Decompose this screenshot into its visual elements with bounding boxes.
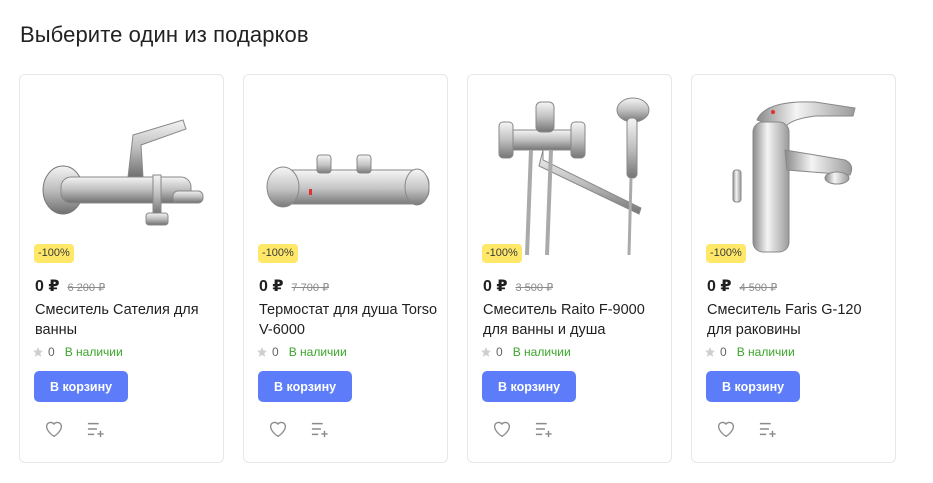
discount-badge: -100%	[258, 244, 298, 263]
product-name[interactable]: Термостат для душа Torso V-6000	[259, 300, 439, 340]
product-card[interactable]: -100% 0 ₽ 4 500 ₽ Смеситель Faris G-120 …	[691, 74, 896, 463]
heart-icon[interactable]	[268, 419, 288, 439]
price-row: 0 ₽ 7 700 ₽	[259, 276, 329, 296]
card-actions	[268, 419, 330, 439]
rating-value: 0	[720, 345, 727, 359]
stock-status: В наличии	[736, 345, 795, 359]
stock-status: В наличии	[64, 345, 123, 359]
price-row: 0 ₽ 6 200 ₽	[35, 276, 105, 296]
product-name[interactable]: Смеситель Faris G-120 для раковины	[707, 300, 887, 340]
discount-badge: -100%	[706, 244, 746, 263]
shower-thermostat-image[interactable]	[254, 89, 439, 261]
discount-badge: -100%	[482, 244, 522, 263]
star-icon	[481, 347, 491, 357]
add-to-cart-button[interactable]: В корзину	[34, 371, 129, 402]
old-price: 7 700 ₽	[291, 282, 330, 294]
heart-icon[interactable]	[44, 419, 64, 439]
price: 0 ₽	[259, 278, 284, 295]
product-meta: 0 В наличии	[704, 345, 795, 359]
product-meta: 0 В наличии	[480, 345, 571, 359]
product-card[interactable]: -100% 0 ₽ 7 700 ₽ Термостат для душа Tor…	[243, 74, 448, 463]
rating-value: 0	[48, 345, 55, 359]
stock-status: В наличии	[288, 345, 347, 359]
product-meta: 0 В наличии	[256, 345, 347, 359]
product-meta: 0 В наличии	[32, 345, 123, 359]
card-actions	[492, 419, 554, 439]
price-row: 0 ₽ 4 500 ₽	[707, 276, 777, 296]
rating-value: 0	[272, 345, 279, 359]
card-actions	[44, 419, 106, 439]
product-list: -100% 0 ₽ 6 200 ₽ Смеситель Сателия для …	[19, 74, 896, 463]
card-actions	[716, 419, 778, 439]
basin-mixer-image[interactable]	[702, 89, 887, 261]
product-card[interactable]: -100% 0 ₽ 3 500 ₽ Смеситель Raito F-9000…	[467, 74, 672, 463]
compare-add-icon[interactable]	[534, 419, 554, 439]
price: 0 ₽	[707, 278, 732, 295]
heart-icon[interactable]	[492, 419, 512, 439]
old-price: 4 500 ₽	[739, 282, 778, 294]
compare-add-icon[interactable]	[310, 419, 330, 439]
discount-badge: -100%	[34, 244, 74, 263]
rating-value: 0	[496, 345, 503, 359]
product-name[interactable]: Смеситель Raito F-9000 для ванны и душа	[483, 300, 663, 340]
price: 0 ₽	[35, 278, 60, 295]
heart-icon[interactable]	[716, 419, 736, 439]
star-icon	[705, 347, 715, 357]
old-price: 3 500 ₽	[515, 282, 554, 294]
old-price: 6 200 ₽	[67, 282, 106, 294]
add-to-cart-button[interactable]: В корзину	[258, 371, 353, 402]
product-name[interactable]: Смеситель Сателия для ванны	[35, 300, 215, 340]
bath-mixer-image[interactable]	[30, 89, 215, 261]
star-icon	[257, 347, 267, 357]
add-to-cart-button[interactable]: В корзину	[482, 371, 577, 402]
stock-status: В наличии	[512, 345, 571, 359]
product-card[interactable]: -100% 0 ₽ 6 200 ₽ Смеситель Сателия для …	[19, 74, 224, 463]
star-icon	[33, 347, 43, 357]
compare-add-icon[interactable]	[86, 419, 106, 439]
compare-add-icon[interactable]	[758, 419, 778, 439]
price-row: 0 ₽ 3 500 ₽	[483, 276, 553, 296]
add-to-cart-button[interactable]: В корзину	[706, 371, 801, 402]
bath-shower-mixer-image[interactable]	[478, 89, 663, 261]
page-title: Выберите один из подарков	[20, 22, 309, 47]
price: 0 ₽	[483, 278, 508, 295]
